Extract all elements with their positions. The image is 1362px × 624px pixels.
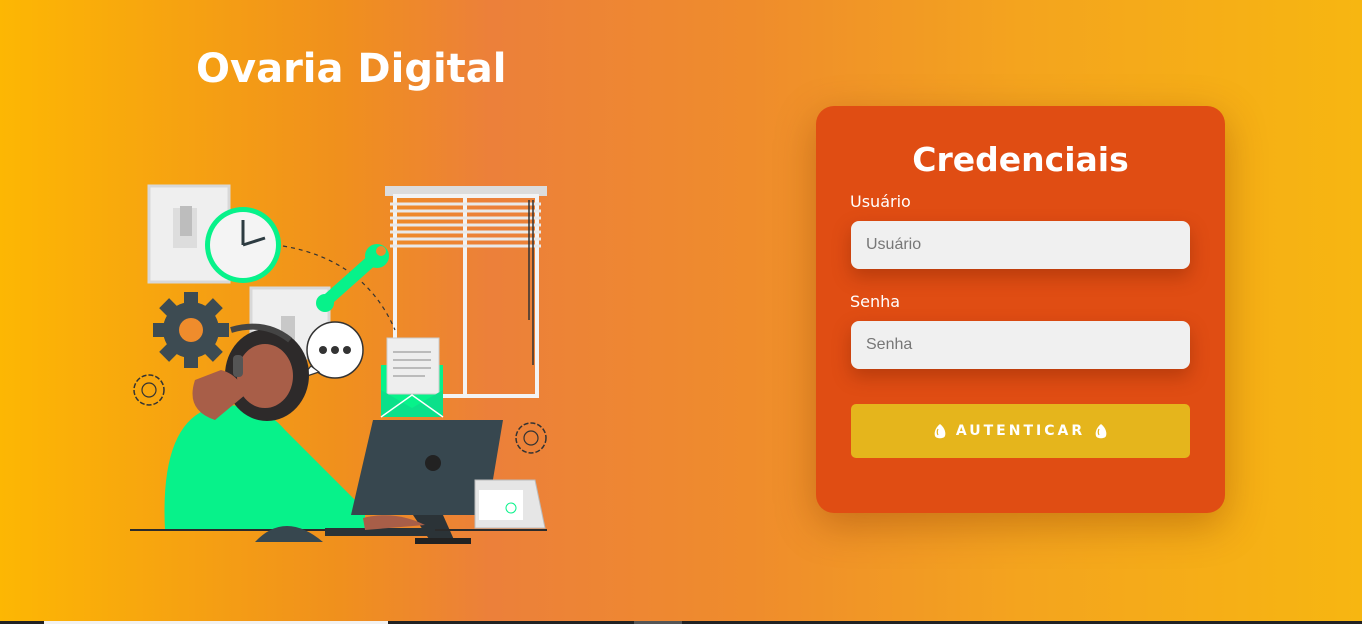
egg-icon xyxy=(934,423,946,438)
username-input[interactable] xyxy=(851,221,1190,269)
password-label: Senha xyxy=(850,292,901,311)
brand-title: Ovaria Digital xyxy=(196,46,507,92)
authenticate-label: AUTENTICAR xyxy=(955,423,1086,439)
support-agent-illustration xyxy=(130,184,547,544)
clock-icon xyxy=(205,207,281,283)
login-card: Credenciais Usuário Senha AUTENTICAR xyxy=(816,106,1225,513)
calendar-icon xyxy=(474,479,546,529)
gear-outline-icon xyxy=(133,374,165,406)
card-title: Credenciais xyxy=(912,140,1129,179)
authenticate-button[interactable]: AUTENTICAR xyxy=(851,404,1190,458)
egg-icon xyxy=(1095,423,1107,438)
wrench-icon xyxy=(316,244,389,312)
gear-icon xyxy=(153,292,229,368)
mail-icon xyxy=(380,337,444,418)
username-label: Usuário xyxy=(850,192,911,211)
password-input[interactable] xyxy=(851,321,1190,369)
